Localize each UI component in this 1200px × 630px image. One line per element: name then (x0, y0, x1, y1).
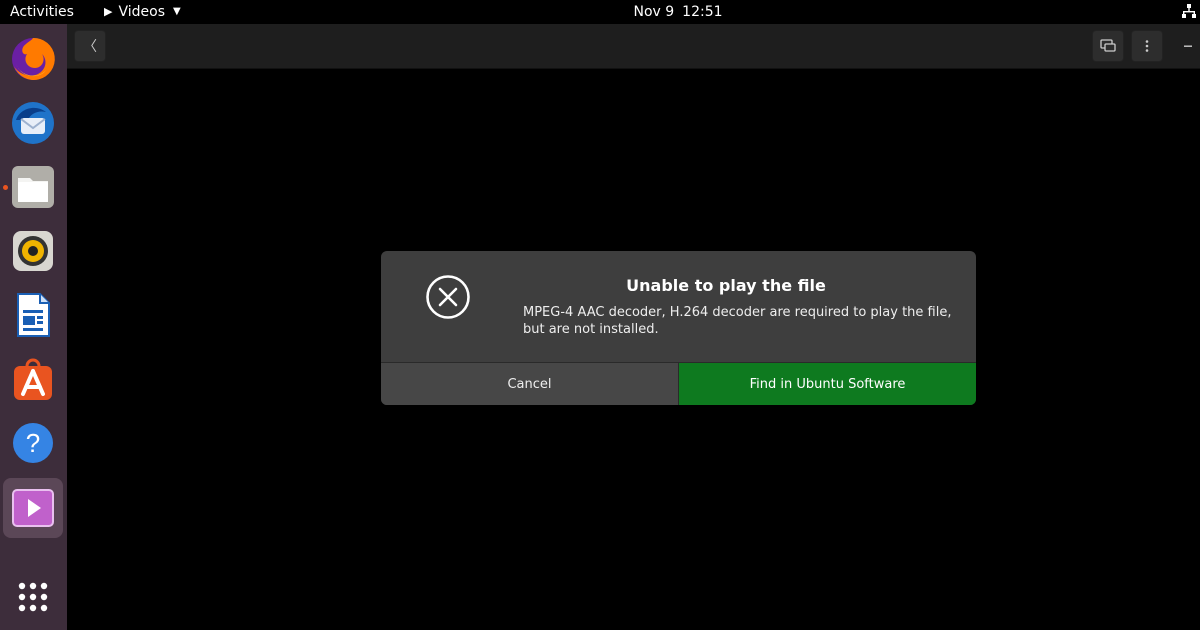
dock-item-help[interactable]: ? (8, 418, 58, 468)
header-bar: 〈 (67, 24, 1200, 69)
dialog-message: MPEG-4 AAC decoder, H.264 decoder are re… (523, 305, 952, 337)
show-applications-icon (18, 582, 48, 612)
dialog-title: Unable to play the file (626, 276, 826, 295)
minimize-icon[interactable] (1184, 45, 1194, 48)
dock-item-files[interactable] (8, 162, 58, 212)
dock-item-rhythmbox[interactable] (8, 226, 58, 276)
dock: ? (0, 24, 67, 630)
dock-item-thunderbird[interactable] (8, 98, 58, 148)
clock[interactable]: Nov 9 12:51 (0, 0, 1200, 24)
back-button[interactable]: 〈 (74, 30, 106, 62)
menu-button[interactable] (1131, 30, 1163, 62)
help-icon: ? (13, 423, 53, 463)
dock-item-writer[interactable] (8, 290, 58, 340)
vertical-dots-icon (1145, 40, 1149, 52)
videos-icon (12, 489, 54, 527)
firefox-icon (12, 37, 55, 80)
top-bar: Activities ▶ Videos ▼ Nov 9 12:51 (0, 0, 1200, 24)
network-icon[interactable] (1182, 3, 1196, 19)
thunderbird-icon (12, 102, 54, 144)
dock-item-show-applications[interactable] (8, 572, 58, 622)
ubuntu-software-icon (14, 358, 52, 400)
libreoffice-writer-icon (17, 293, 50, 337)
svg-text:?: ? (26, 428, 40, 458)
error-dialog: Unable to play the file MPEG-4 AAC decod… (381, 251, 976, 405)
clock-time: 12:51 (682, 4, 723, 20)
chevron-left-icon: 〈 (83, 39, 97, 55)
cancel-button[interactable]: Cancel (381, 363, 679, 405)
dialog-buttons: Cancel Find in Ubuntu Software (381, 362, 976, 405)
rhythmbox-icon (13, 231, 53, 271)
clock-date: Nov 9 (633, 4, 675, 20)
files-icon (12, 166, 54, 208)
dock-item-videos[interactable] (3, 478, 63, 538)
find-in-ubuntu-software-button[interactable]: Find in Ubuntu Software (679, 363, 976, 405)
screen-icon (1100, 39, 1116, 52)
dock-item-ubuntu-software[interactable] (8, 354, 58, 404)
display-button[interactable] (1092, 30, 1124, 62)
dock-item-firefox[interactable] (8, 34, 58, 84)
